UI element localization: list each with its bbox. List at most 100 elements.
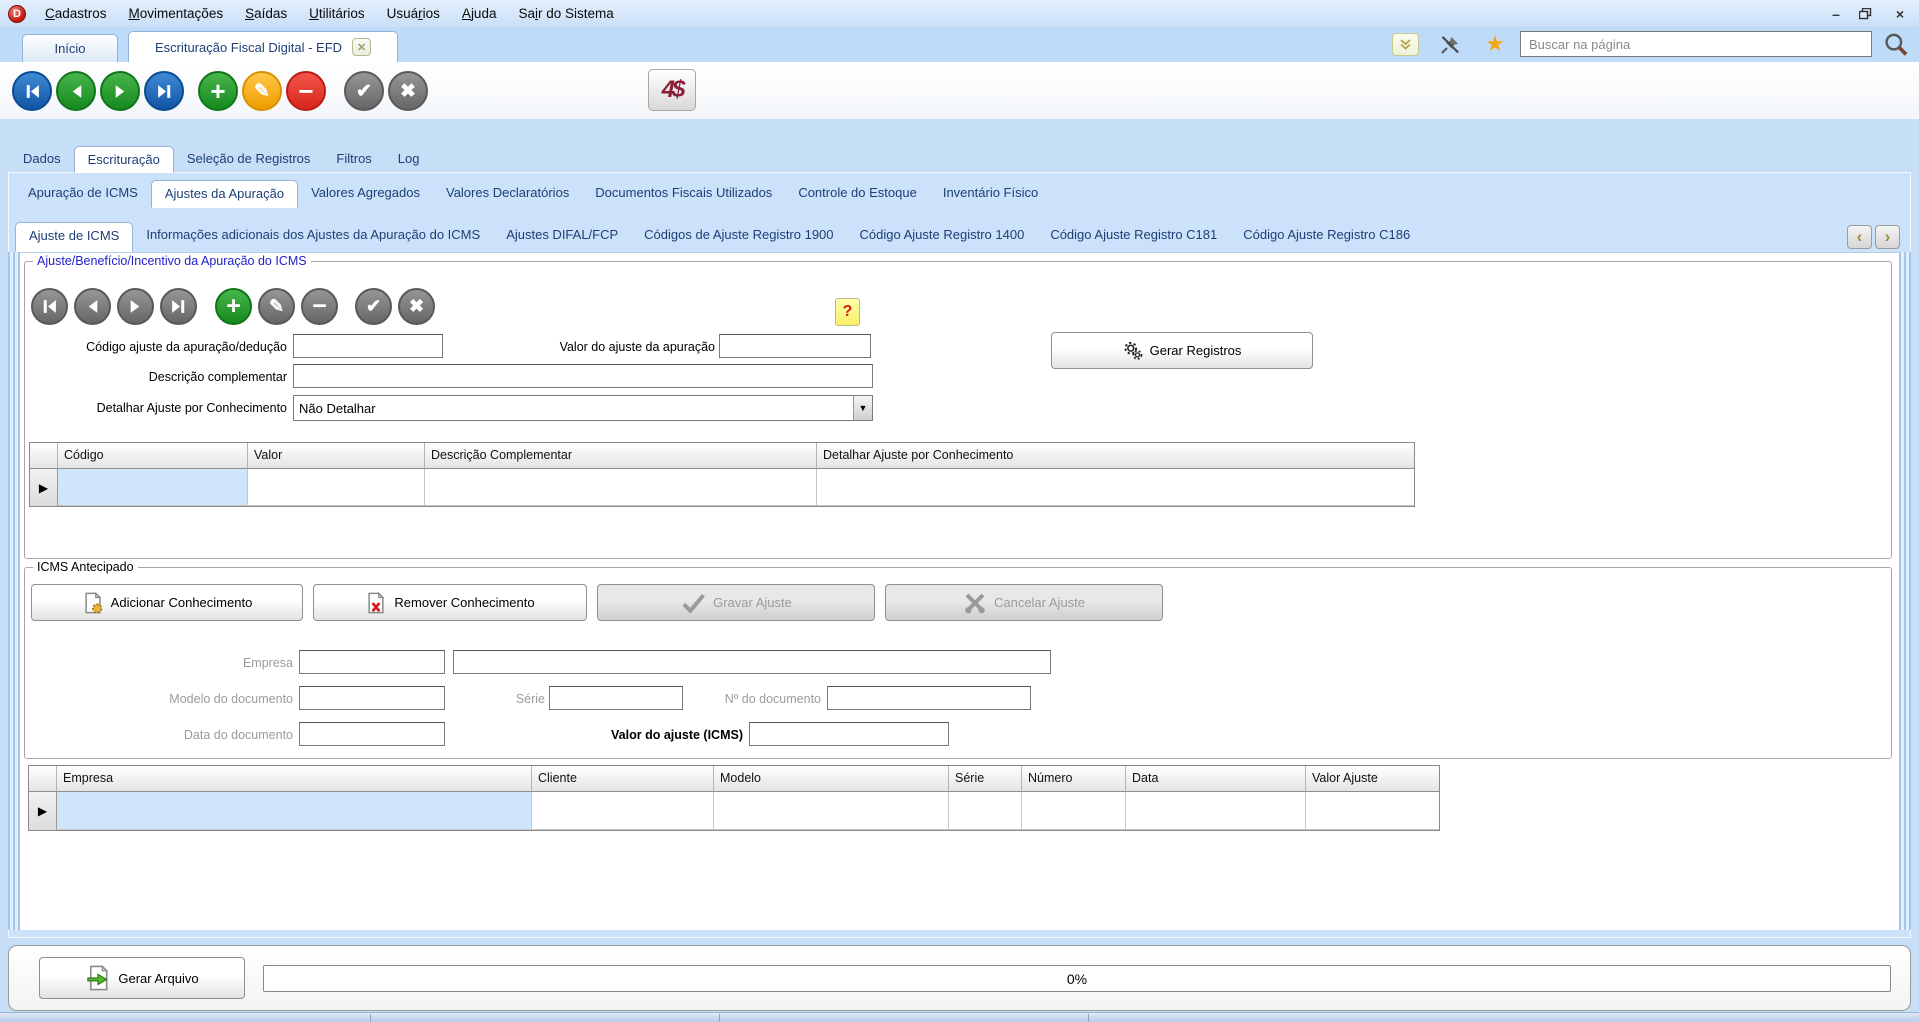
close-button[interactable]: × bbox=[1891, 6, 1909, 22]
valor-ajuste-input[interactable] bbox=[719, 334, 871, 358]
favorites-expand-button[interactable] bbox=[1392, 33, 1419, 56]
confirm-button[interactable]: ✔ bbox=[344, 71, 384, 111]
cell-cliente[interactable] bbox=[532, 792, 714, 830]
conhecimentos-grid-row[interactable]: ▶ bbox=[29, 792, 1439, 830]
cell-data[interactable] bbox=[1126, 792, 1306, 830]
gb-delete-button[interactable]: − bbox=[301, 288, 338, 325]
gb-last-record-button[interactable] bbox=[160, 288, 197, 325]
gerar-arquivo-button[interactable]: Gerar Arquivo bbox=[39, 957, 245, 999]
tab-codigo-ajuste-c186[interactable]: Código Ajuste Registro C186 bbox=[1230, 222, 1423, 252]
next-record-button[interactable] bbox=[100, 71, 140, 111]
gb-edit-button[interactable]: ✎ bbox=[258, 288, 295, 325]
close-tab-icon[interactable]: ✕ bbox=[352, 38, 372, 56]
tab-valores-agregados[interactable]: Valores Agregados bbox=[298, 180, 433, 208]
edit-record-button[interactable]: ✎ bbox=[242, 71, 282, 111]
cell-modelo[interactable] bbox=[714, 792, 949, 830]
modelo-documento-input[interactable] bbox=[299, 686, 445, 710]
cell-detalhar[interactable] bbox=[817, 469, 1414, 506]
tab-apuracao-de-icms[interactable]: Apuração de ICMS bbox=[15, 180, 151, 208]
gb-first-record-button[interactable] bbox=[31, 288, 68, 325]
tab-codigo-ajuste-1400[interactable]: Código Ajuste Registro 1400 bbox=[847, 222, 1038, 252]
descricao-complementar-input[interactable] bbox=[293, 364, 873, 388]
tab-dados[interactable]: Dados bbox=[10, 146, 74, 173]
last-record-button[interactable] bbox=[144, 71, 184, 111]
cell-valor[interactable] bbox=[248, 469, 425, 506]
detalhar-ajuste-select[interactable]: Não Detalhar ▼ bbox=[293, 395, 873, 421]
gravar-ajuste-button[interactable]: Gravar Ajuste bbox=[597, 584, 875, 621]
menu-movimentacoes[interactable]: Movimentações bbox=[118, 2, 235, 25]
search-button[interactable] bbox=[1882, 31, 1910, 59]
tab-valores-declaratorios[interactable]: Valores Declaratórios bbox=[433, 180, 582, 208]
cell-empresa[interactable] bbox=[57, 792, 532, 830]
cell-valor-ajuste[interactable] bbox=[1306, 792, 1439, 830]
codigo-ajuste-input[interactable] bbox=[293, 334, 443, 358]
row-selector-cell[interactable]: ▶ bbox=[30, 469, 58, 506]
tab-ajuste-de-icms[interactable]: Ajuste de ICMS bbox=[15, 222, 134, 252]
empresa-nome-input[interactable] bbox=[453, 650, 1051, 674]
menu-utilitarios[interactable]: Utilitários bbox=[298, 2, 376, 25]
first-record-button[interactable] bbox=[12, 71, 52, 111]
tab-informacoes-adicionais[interactable]: Informações adicionais dos Ajustes da Ap… bbox=[133, 222, 493, 252]
unpin-button[interactable] bbox=[1438, 33, 1462, 57]
column-modelo[interactable]: Modelo bbox=[714, 766, 949, 792]
tab-documentos-fiscais-utilizados[interactable]: Documentos Fiscais Utilizados bbox=[582, 180, 785, 208]
delete-record-button[interactable]: − bbox=[286, 71, 326, 111]
gb-confirm-button[interactable]: ✔ bbox=[355, 288, 392, 325]
empresa-codigo-input[interactable] bbox=[299, 650, 445, 674]
cell-numero[interactable] bbox=[1022, 792, 1126, 830]
tab-log[interactable]: Log bbox=[385, 146, 433, 173]
column-valor-ajuste[interactable]: Valor Ajuste bbox=[1306, 766, 1439, 792]
row-selector-cell[interactable]: ▶ bbox=[29, 792, 57, 830]
menu-cadastros[interactable]: Cadastros bbox=[34, 2, 118, 25]
scroll-tabs-left-button[interactable]: ‹ bbox=[1847, 225, 1872, 249]
tab-escrituracao[interactable]: Escrituração bbox=[73, 146, 174, 173]
column-descricao-complementar[interactable]: Descrição Complementar bbox=[425, 443, 817, 469]
favorite-star-icon[interactable]: ★ bbox=[1482, 30, 1508, 58]
gb-cancel-button[interactable]: ✖ bbox=[398, 288, 435, 325]
ajustes-grid-row[interactable]: ▶ bbox=[30, 469, 1414, 506]
column-valor[interactable]: Valor bbox=[248, 443, 425, 469]
tab-filtros[interactable]: Filtros bbox=[323, 146, 384, 173]
brand-button[interactable]: 4$ bbox=[648, 69, 696, 111]
scroll-tabs-right-button[interactable]: › bbox=[1875, 225, 1900, 249]
gb-next-record-button[interactable] bbox=[117, 288, 154, 325]
adicionar-conhecimento-button[interactable]: Adicionar Conhecimento bbox=[31, 584, 303, 621]
gb-add-button[interactable]: + bbox=[215, 288, 252, 325]
numero-documento-input[interactable] bbox=[827, 686, 1031, 710]
previous-record-button[interactable] bbox=[56, 71, 96, 111]
remover-conhecimento-button[interactable]: Remover Conhecimento bbox=[313, 584, 587, 621]
column-data[interactable]: Data bbox=[1126, 766, 1306, 792]
doc-tab-efd[interactable]: Escrituração Fiscal Digital - EFD ✕ bbox=[128, 31, 398, 62]
doc-tab-inicio[interactable]: Início bbox=[22, 34, 118, 62]
cell-serie[interactable] bbox=[949, 792, 1022, 830]
restore-button[interactable] bbox=[1859, 7, 1877, 20]
column-numero[interactable]: Número bbox=[1022, 766, 1126, 792]
cancelar-ajuste-button[interactable]: Cancelar Ajuste bbox=[885, 584, 1163, 621]
menu-sair-do-sistema[interactable]: Sair do Sistema bbox=[507, 2, 624, 25]
cell-codigo[interactable] bbox=[58, 469, 248, 506]
cancel-button[interactable]: ✖ bbox=[388, 71, 428, 111]
column-codigo[interactable]: Código bbox=[58, 443, 248, 469]
data-documento-input[interactable] bbox=[299, 722, 445, 746]
column-detalhar-ajuste[interactable]: Detalhar Ajuste por Conhecimento bbox=[817, 443, 1414, 469]
cell-descricao[interactable] bbox=[425, 469, 817, 506]
tab-ajustes-difal-fcp[interactable]: Ajustes DIFAL/FCP bbox=[493, 222, 631, 252]
gb-previous-record-button[interactable] bbox=[74, 288, 111, 325]
help-button[interactable]: ? bbox=[835, 298, 860, 326]
gerar-registros-button[interactable]: Gerar Registros bbox=[1051, 332, 1313, 369]
tab-inventario-fisico[interactable]: Inventário Físico bbox=[930, 180, 1051, 208]
tab-codigos-ajuste-1900[interactable]: Códigos de Ajuste Registro 1900 bbox=[631, 222, 846, 252]
dropdown-arrow-icon[interactable]: ▼ bbox=[853, 396, 872, 420]
serie-input[interactable] bbox=[549, 686, 683, 710]
minimize-button[interactable]: – bbox=[1827, 6, 1845, 22]
column-cliente[interactable]: Cliente bbox=[532, 766, 714, 792]
tab-controle-do-estoque[interactable]: Controle do Estoque bbox=[785, 180, 930, 208]
valor-ajuste-icms-input[interactable] bbox=[749, 722, 949, 746]
tab-ajustes-da-apuracao[interactable]: Ajustes da Apuração bbox=[150, 180, 299, 208]
tab-codigo-ajuste-c181[interactable]: Código Ajuste Registro C181 bbox=[1037, 222, 1230, 252]
menu-usuarios[interactable]: Usuários bbox=[376, 2, 451, 25]
tab-selecao-de-registros[interactable]: Seleção de Registros bbox=[174, 146, 324, 173]
search-input[interactable] bbox=[1520, 31, 1872, 57]
column-serie[interactable]: Série bbox=[949, 766, 1022, 792]
column-empresa[interactable]: Empresa bbox=[57, 766, 532, 792]
